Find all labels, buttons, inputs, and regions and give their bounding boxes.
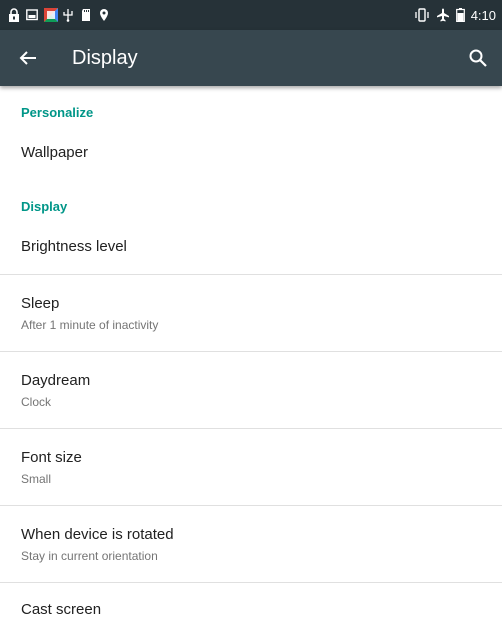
status-bar-clock: 4:10 — [470, 7, 496, 23]
app-bar: Display — [0, 30, 502, 86]
setting-summary: Stay in current orientation — [21, 549, 158, 563]
setting-title: Font size — [21, 449, 82, 466]
setting-summary: After 1 minute of inactivity — [21, 318, 159, 332]
search-button[interactable] — [464, 44, 492, 72]
setting-title: Daydream — [21, 372, 91, 389]
setting-font-size[interactable]: Font size Small — [0, 429, 502, 506]
setting-title: Brightness level — [21, 238, 127, 255]
search-icon — [469, 49, 487, 67]
usb-icon — [62, 8, 74, 22]
page-title: Display — [72, 47, 138, 69]
setting-sleep[interactable]: Sleep After 1 minute of inactivity — [0, 275, 502, 352]
section-header-personalize: Personalize — [21, 105, 94, 120]
airplane-icon — [436, 8, 450, 22]
setting-title: Sleep — [21, 295, 60, 312]
setting-brightness-level[interactable]: Brightness level — [0, 220, 502, 275]
sd-card-icon — [80, 8, 92, 22]
status-bar-notification-icons — [8, 6, 110, 24]
setting-rotation[interactable]: When device is rotated Stay in current o… — [0, 506, 502, 583]
setting-title: Wallpaper — [21, 144, 88, 161]
section-header-display: Display — [21, 199, 68, 214]
back-button[interactable] — [14, 44, 42, 72]
setting-cast-screen[interactable]: Cast screen — [0, 583, 502, 643]
arrow-left-icon — [19, 51, 36, 65]
setting-summary: Small — [21, 472, 52, 486]
settings-list: Personalize Wallpaper Display Brightness… — [0, 86, 502, 643]
setting-daydream[interactable]: Daydream Clock — [0, 352, 502, 429]
battery-icon — [455, 8, 465, 22]
setting-title: When device is rotated — [21, 526, 174, 543]
app-icon — [44, 8, 58, 22]
lock-icon — [8, 8, 20, 22]
screenshot-icon — [26, 8, 38, 22]
vibrate-icon — [414, 8, 430, 22]
status-bar: 4:10 — [0, 0, 502, 30]
location-pin-icon — [98, 8, 110, 22]
setting-summary: Clock — [21, 395, 52, 409]
setting-wallpaper[interactable]: Wallpaper — [0, 126, 502, 180]
setting-title: Cast screen — [21, 601, 102, 618]
status-bar-system-icons: 4:10 — [414, 6, 496, 24]
